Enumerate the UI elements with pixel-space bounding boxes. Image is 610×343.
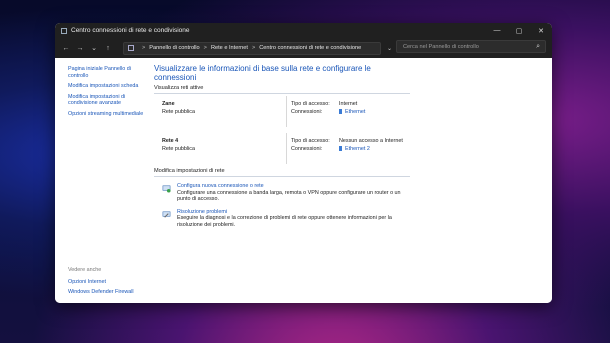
divider <box>286 96 287 127</box>
network-name: Rete 4 <box>162 138 179 144</box>
back-button[interactable]: ← <box>59 45 73 52</box>
task-troubleshoot: Risoluzione problemi Eseguire la diagnos… <box>162 209 414 229</box>
control-panel-icon <box>128 45 134 51</box>
breadcrumb-control-panel[interactable]: Pannello di controllo <box>149 45 199 51</box>
network-entry: Zane Rete pubblica Tipo di accesso: Inter… <box>154 94 414 131</box>
breadcrumb-network-internet[interactable]: Rete e Internet <box>211 45 248 51</box>
search-input[interactable]: Cerca nel Pannello di controllo ⌕ <box>396 40 546 53</box>
ethernet-icon <box>339 109 342 114</box>
connections-label: Connessioni: <box>291 109 323 115</box>
task-new-connection: Configura nuova connessione o rete Confi… <box>162 183 414 203</box>
window-title: Centro connessioni di rete e condivision… <box>71 27 190 34</box>
sidebar: Pagina iniziale Pannello di controllo Mo… <box>68 66 146 295</box>
minimize-button[interactable]: — <box>486 23 508 38</box>
see-also-section: Vedere anche Opzioni Internet Windows De… <box>68 267 158 300</box>
divider <box>286 133 287 164</box>
network-center-icon <box>61 27 67 34</box>
see-also-header: Vedere anche <box>68 267 102 273</box>
maximize-button[interactable]: ▢ <box>508 23 530 38</box>
active-networks-header: Visualizza reti attive <box>154 85 410 94</box>
connection-link-ethernet-2[interactable]: Ethernet 2 <box>345 146 370 152</box>
network-settings-header: Modifica impostazioni di rete <box>154 168 410 177</box>
sidebar-item-advanced-sharing[interactable]: Modifica impostazioni di condivisione av… <box>68 94 146 107</box>
search-icon[interactable]: ⌕ <box>536 43 540 51</box>
sidebar-item-media-streaming[interactable]: Opzioni streaming multimediale <box>68 111 146 118</box>
access-type-label: Tipo di accesso: <box>291 101 330 107</box>
up-button[interactable]: ↑ <box>101 45 115 52</box>
breadcrumb-network-center[interactable]: Centro connessioni di rete e condivision… <box>259 45 361 51</box>
access-type-value: Nessun accesso a Internet <box>339 138 403 144</box>
sidebar-item-home[interactable]: Pagina iniziale Pannello di controllo <box>68 66 146 79</box>
navigation-bar: ← → ⌄ ↑ > Pannello di controllo > Rete e… <box>55 38 552 58</box>
new-connection-description: Configurare una connessione a banda larg… <box>177 189 401 203</box>
main-panel: Visualizzare le informazioni di base sul… <box>154 64 414 229</box>
access-type-value: Internet <box>339 101 358 107</box>
breadcrumb-separator: > <box>203 45 207 51</box>
see-also-firewall[interactable]: Windows Defender Firewall <box>68 289 158 296</box>
search-placeholder: Cerca nel Pannello di controllo <box>403 43 479 50</box>
new-connection-link[interactable]: Configura nuova connessione o rete <box>177 183 414 190</box>
page-title: Visualizzare le informazioni di base sul… <box>154 64 371 82</box>
network-entry: Rete 4 Rete pubblica Tipo di accesso: Nes… <box>154 131 414 168</box>
window-controls: — ▢ ✕ <box>486 23 552 38</box>
recent-locations-button[interactable]: ⌄ <box>87 44 101 52</box>
address-dropdown-button[interactable]: ⌄ <box>387 45 392 52</box>
breadcrumb-separator: > <box>251 45 256 51</box>
troubleshoot-icon <box>162 211 171 218</box>
troubleshoot-link[interactable]: Risoluzione problemi <box>177 209 414 216</box>
content-area: Pagina iniziale Pannello di controllo Mo… <box>55 58 552 303</box>
network-name: Zane <box>162 101 175 107</box>
close-button[interactable]: ✕ <box>530 23 552 38</box>
breadcrumb-separator: > <box>142 45 146 51</box>
see-also-internet-options[interactable]: Opzioni Internet <box>68 279 158 286</box>
network-type: Rete pubblica <box>162 109 195 115</box>
address-bar[interactable]: > Pannello di controllo > Rete e Interne… <box>123 41 381 55</box>
connections-label: Connessioni: <box>291 146 323 152</box>
network-type: Rete pubblica <box>162 146 195 152</box>
access-type-label: Tipo di accesso: <box>291 138 330 144</box>
connection-link-ethernet[interactable]: Ethernet <box>345 109 365 115</box>
sidebar-item-adapter-settings[interactable]: Modifica impostazioni scheda <box>68 83 146 90</box>
troubleshoot-description: Eseguire la diagnosi e la correzione di … <box>177 215 392 228</box>
title-bar: Centro connessioni di rete e condivision… <box>55 23 552 38</box>
control-panel-window: Centro connessioni di rete e condivision… <box>55 23 552 303</box>
new-connection-icon <box>162 185 171 193</box>
ethernet-icon <box>339 146 342 151</box>
forward-button[interactable]: → <box>73 45 87 52</box>
